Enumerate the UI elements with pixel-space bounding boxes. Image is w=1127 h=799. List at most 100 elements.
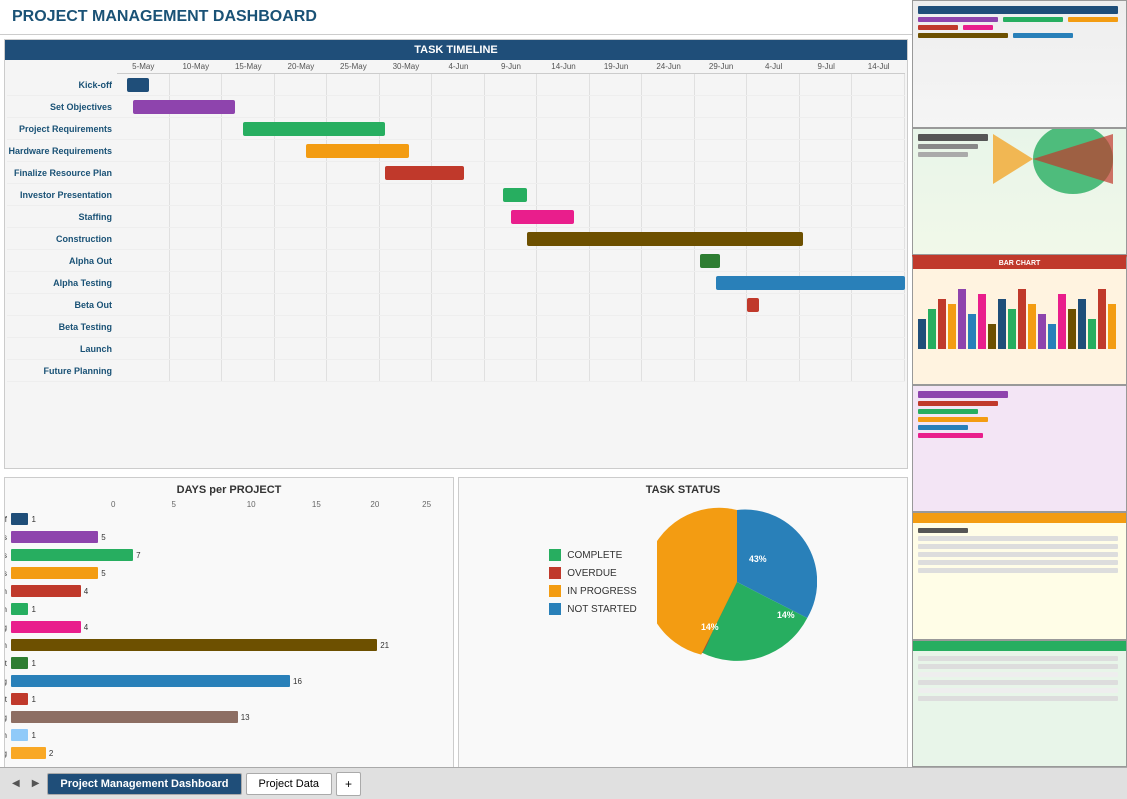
thumbnail-3[interactable]: BAR CHART	[912, 255, 1127, 385]
dashboard-main: PROJECT MANAGEMENT DASHBOARD TASK TIMELI…	[0, 0, 912, 767]
bar-value-alphatesting: 16	[293, 677, 302, 686]
legend-overdue: OVERDUE	[549, 567, 636, 579]
gantt-bar-investor	[503, 188, 527, 202]
main-container: PROJECT MANAGEMENT DASHBOARD TASK TIMELI…	[0, 0, 1127, 799]
bar-value-investor: 1	[31, 605, 35, 614]
gantt-label-futureplanning: Future Planning	[7, 366, 117, 376]
pie-label-notstarted: 43%	[749, 554, 767, 564]
gantt-row-hwreq: Hardware Requirements	[7, 140, 905, 162]
bar-fill-projreq	[11, 549, 133, 561]
dashboard-title: PROJECT MANAGEMENT DASHBOARD	[0, 0, 912, 35]
thumb3-header: BAR CHART	[913, 258, 1126, 269]
date-14jul: 14-Jul	[852, 62, 905, 71]
bar-label-alphaout: Alpha Out	[4, 659, 11, 668]
gantt-row-alphatesting: Alpha Testing	[7, 272, 905, 294]
bar-fill-finalize	[11, 585, 81, 597]
bar-label-setobjectives: Set Objectives	[4, 533, 11, 542]
legend-color-overdue	[549, 567, 561, 579]
bar-label-construction: Construction	[4, 641, 11, 650]
gantt-row-betaout: Beta Out	[7, 294, 905, 316]
date-29jun: 29-Jun	[695, 62, 748, 71]
thumb4-svg	[913, 386, 1126, 512]
bar-label-alphatesting: Alpha Testing	[4, 677, 11, 686]
date-30may: 30-May	[380, 62, 433, 71]
gantt-bar-setobjectives	[133, 100, 235, 114]
bar-value-betatesting: 13	[241, 713, 250, 722]
bg-lines2	[117, 96, 905, 117]
thumbnail-4[interactable]	[912, 385, 1127, 513]
bg-lines3	[117, 118, 905, 139]
days-chart: DAYS per PROJECT 0 5 10 15 20 25 K	[4, 477, 454, 767]
legend-label-overdue: OVERDUE	[567, 568, 616, 579]
thumb2-svg	[913, 129, 1126, 255]
date-4jun: 4-Jun	[432, 62, 485, 71]
bar-value-betaout: 1	[31, 695, 35, 704]
bar-row-alphatesting: Alpha Testing 16	[11, 673, 447, 689]
bar-value-construction: 21	[380, 641, 389, 650]
date-14jun: 14-Jun	[537, 62, 590, 71]
bar-label-betatesting: Beta Testing	[4, 713, 11, 722]
thumbnail-2[interactable]	[912, 128, 1127, 256]
gantt-bar-area-alphaout	[117, 250, 905, 271]
bg-lines13	[117, 338, 905, 359]
date-9jun: 9-Jun	[485, 62, 538, 71]
legend-notstarted: NOT STARTED	[549, 603, 636, 615]
bar-label-hwreq: Hardware Requirements	[4, 569, 11, 578]
date-4jul: 4-Jul	[747, 62, 800, 71]
gantt-inner: 5-May 10-May 15-May 20-May 25-May 30-May…	[5, 60, 907, 384]
thumbnail-5[interactable]	[912, 512, 1127, 640]
bar-label-kickoff: Kick-off	[4, 515, 11, 524]
bar-value-projreq: 7	[136, 551, 140, 560]
bar-row-betatesting: Beta Testing 13	[11, 709, 447, 725]
bar-fill-setobjectives	[11, 531, 98, 543]
gantt-label-finalize: Finalize Resource Plan	[7, 168, 117, 178]
thumb6-svg	[913, 641, 1126, 767]
tab-arrow-right[interactable]: ▶	[28, 776, 44, 791]
bar-row-investor: Investor Presentation 1	[11, 601, 447, 617]
bar-row-launch: Launch 1	[11, 727, 447, 743]
bg-lines	[117, 74, 905, 95]
bg-lines11	[117, 294, 905, 315]
gantt-row-staffing: Staffing	[7, 206, 905, 228]
x-scale: 0 5 10 15 20 25	[111, 500, 447, 509]
gantt-bar-betaout	[747, 298, 759, 312]
gantt-bar-area-construction	[117, 228, 905, 249]
gantt-label-alphatesting: Alpha Testing	[7, 278, 117, 288]
gantt-label-kickoff: Kick-off	[7, 80, 117, 90]
gantt-bar-area-hwreq	[117, 140, 905, 161]
tab-dashboard[interactable]: Project Management Dashboard	[47, 773, 241, 795]
thumbnail-6[interactable]	[912, 640, 1127, 768]
gantt-bar-area-finalize	[117, 162, 905, 183]
gantt-label-alphaout: Alpha Out	[7, 256, 117, 266]
gantt-dates: 5-May 10-May 15-May 20-May 25-May 30-May…	[117, 62, 905, 74]
gantt-bar-projreq	[243, 122, 385, 136]
bar-row-finalize: Finalize Resource Plan 4	[11, 583, 447, 599]
tab-arrow-left[interactable]: ◀	[8, 776, 24, 791]
thumbnail-1[interactable]	[912, 0, 1127, 128]
gantt-row-investor: Investor Presentation	[7, 184, 905, 206]
legend-inprogress: IN PROGRESS	[549, 585, 636, 597]
gantt-row-construction: Construction	[7, 228, 905, 250]
status-content: COMPLETE OVERDUE IN PROGRESS	[549, 502, 816, 662]
bar-fill-betaout	[11, 693, 28, 705]
gantt-label-hwreq: Hardware Requirements	[7, 146, 117, 156]
legend-label-notstarted: NOT STARTED	[567, 604, 636, 615]
bar-fill-investor	[11, 603, 28, 615]
gantt-label-launch: Launch	[7, 344, 117, 354]
legend-label-inprogress: IN PROGRESS	[567, 586, 636, 597]
gantt-label-staffing: Staffing	[7, 212, 117, 222]
tab-add-button[interactable]: +	[336, 772, 361, 796]
bar-row-alphaout: Alpha Out 1	[11, 655, 447, 671]
bar-row-betaout: Beta Out 1	[11, 691, 447, 707]
tab-projectdata[interactable]: Project Data	[246, 773, 333, 795]
gantt-bar-area-launch	[117, 338, 905, 359]
bar-label-finalize: Finalize Resource Plan	[4, 587, 11, 596]
bar-label-investor: Investor Presentation	[4, 605, 11, 614]
pie-label-inprogress: 14%	[701, 622, 719, 632]
bottom-area: DAYS per PROJECT 0 5 10 15 20 25 K	[0, 473, 912, 767]
task-status-title: TASK STATUS	[646, 484, 721, 496]
bar-row-futureplanning: Future Planning 2	[11, 745, 447, 761]
pie-chart: 43% 14% 14%	[657, 502, 817, 662]
gantt-bar-area-futureplanning	[117, 360, 905, 381]
bar-row-setobjectives: Set Objectives 5	[11, 529, 447, 545]
